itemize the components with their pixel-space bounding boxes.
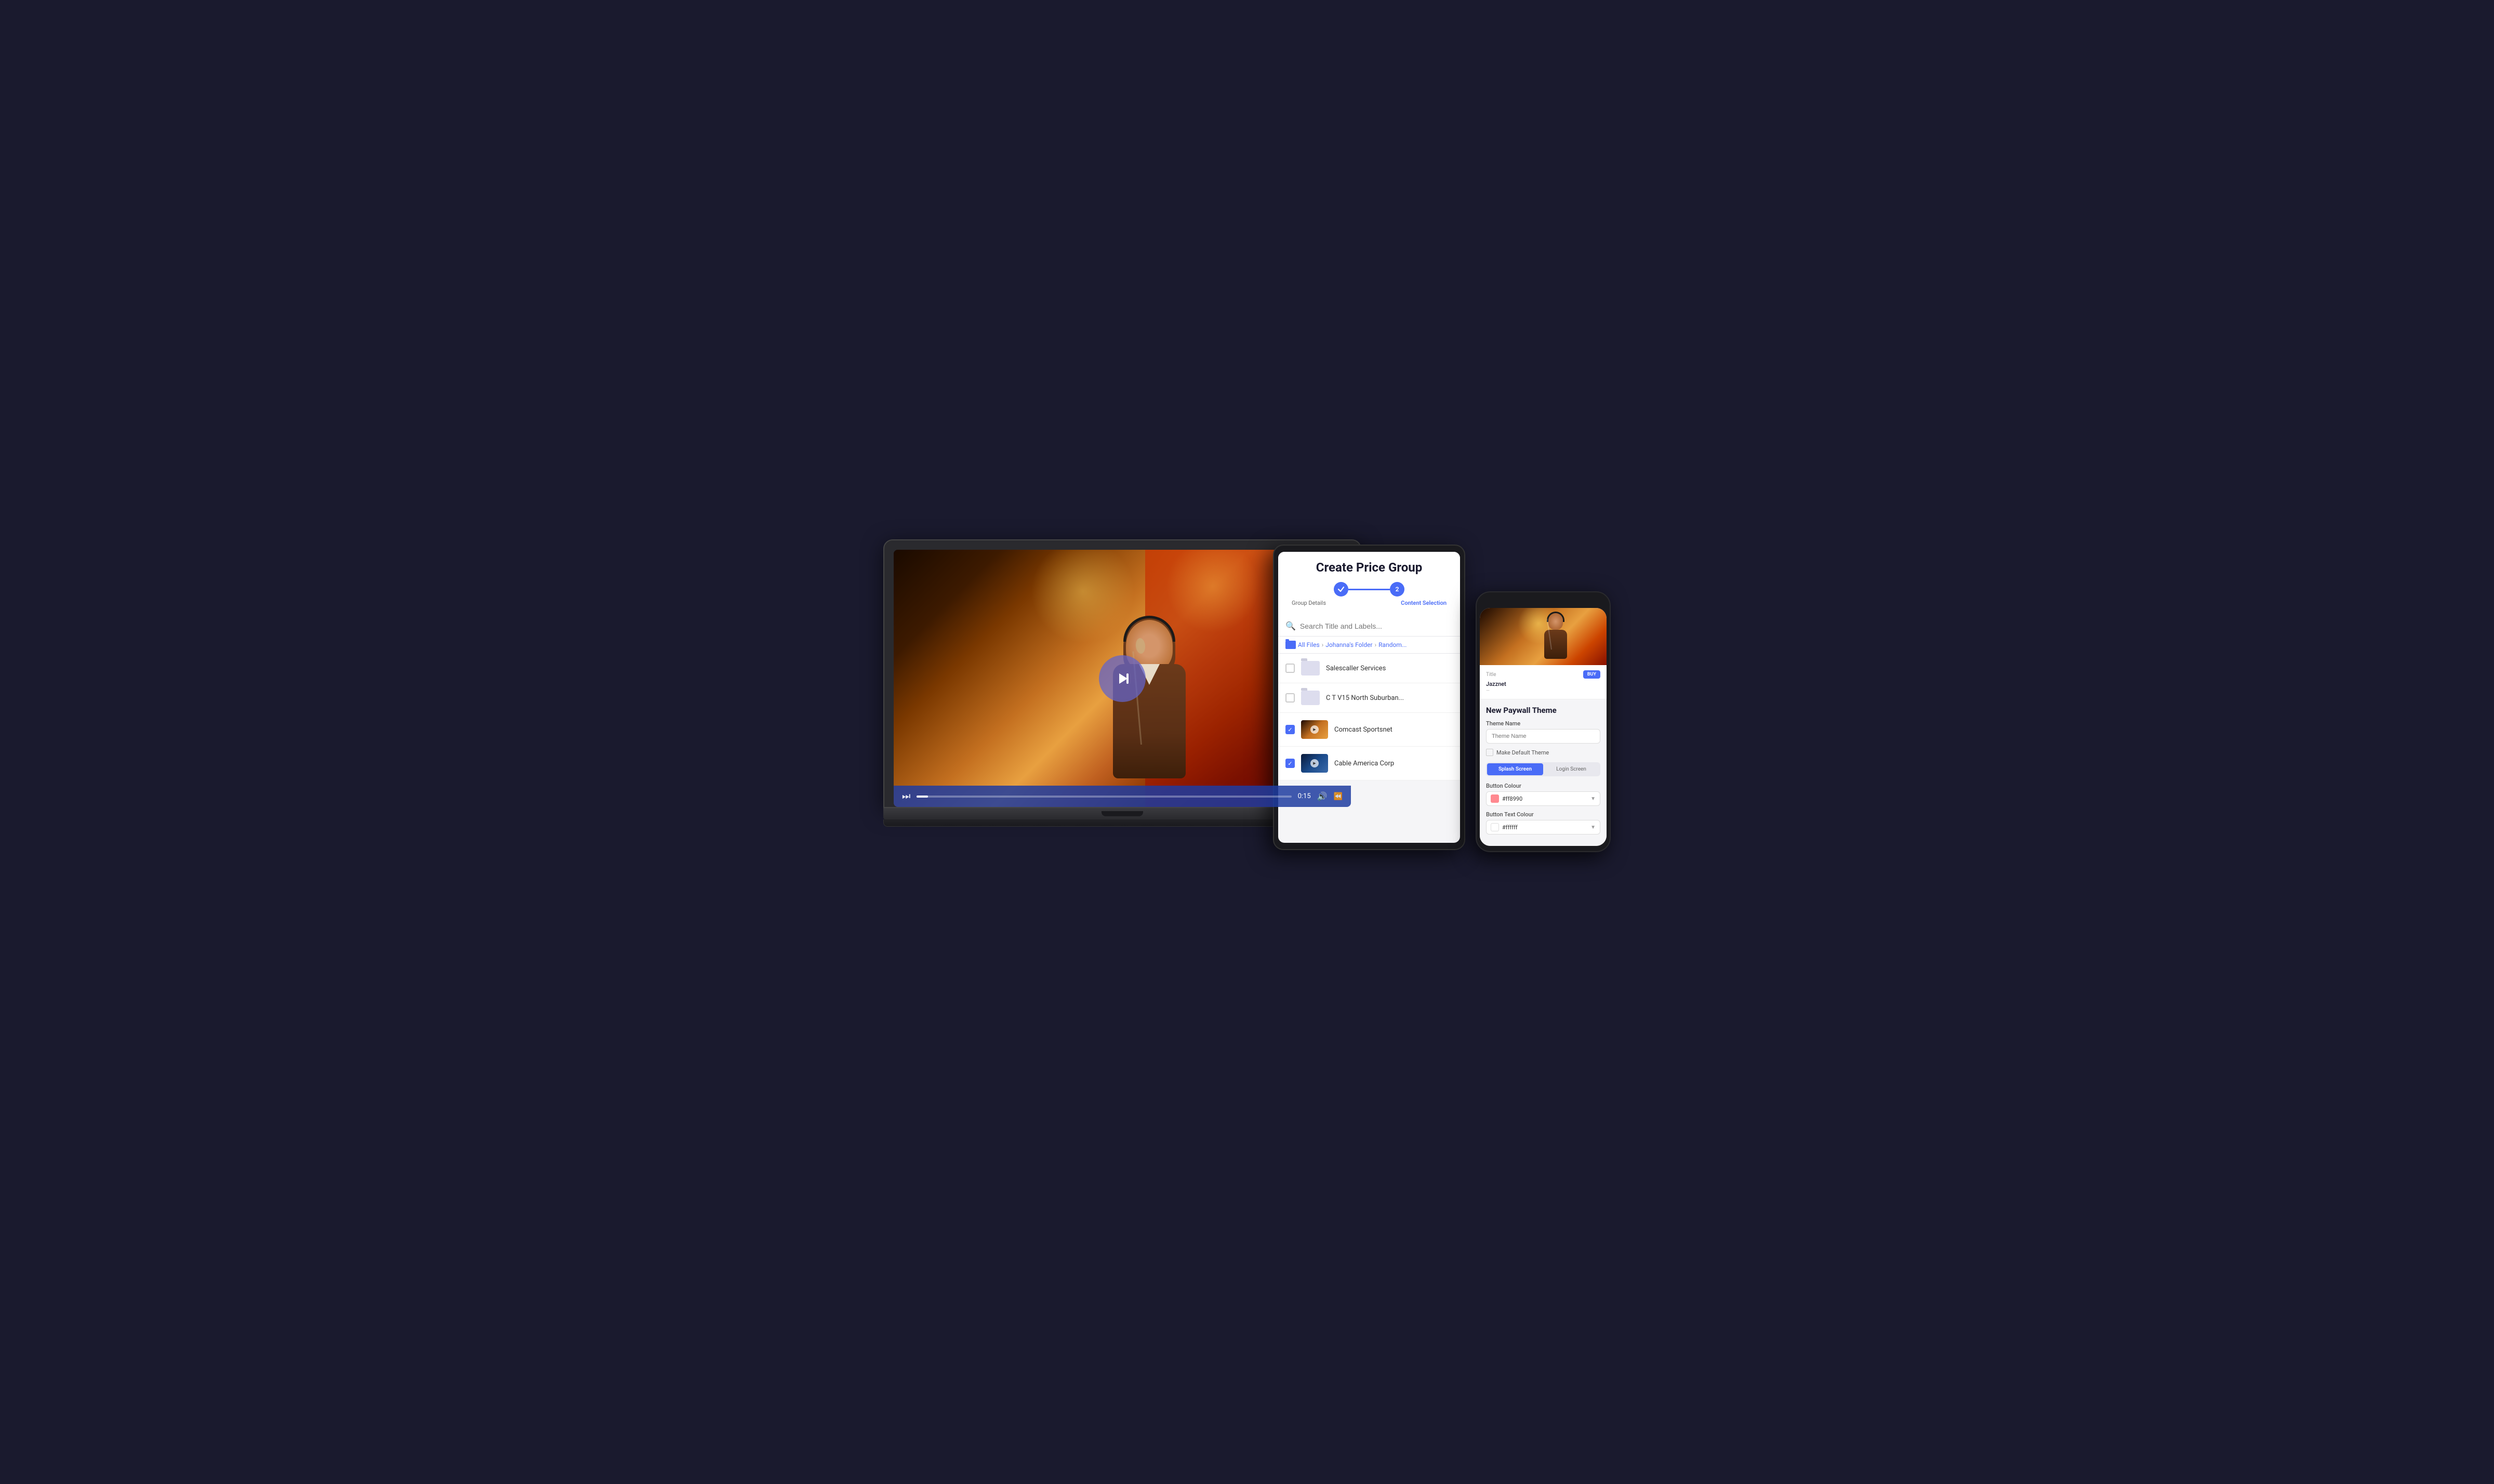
chevron-down-icon-2: ▼ [1590,825,1596,830]
search-icon: 🔍 [1285,621,1296,631]
step-1-circle [1334,582,1348,597]
file-name-4: Cable America Corp [1334,760,1453,767]
time-display: 0:15 [1298,792,1311,800]
login-screen-tab[interactable]: Login Screen [1543,763,1599,775]
file-checkbox-1[interactable] [1285,664,1295,673]
breadcrumb-subfolder[interactable]: Random... [1378,641,1407,648]
play-button[interactable] [1099,655,1146,702]
search-input[interactable] [1300,622,1453,630]
headphones [1123,616,1175,642]
volume-button[interactable]: 🔊 [1317,791,1328,801]
progress-bar[interactable] [917,796,1291,798]
phone-notch [1522,598,1564,605]
paywall-title-label: Title [1486,672,1496,678]
phone-screen: Title BUY Jazznet — New Paywall Theme Th… [1480,608,1607,846]
file-checkbox-3[interactable]: ✓ [1285,725,1295,734]
file-item: Salescaller Services [1278,654,1460,683]
tablet-header: Create Price Group 2 Group Details Conte… [1278,552,1460,616]
video-thumbnail-1: ▶ [1301,720,1328,739]
rewind-button[interactable]: ⏪ [1334,792,1343,801]
file-name-1: Salescaller Services [1326,665,1453,672]
button-text-colour-input[interactable]: #ffffff ▼ [1486,820,1600,834]
button-colour-input[interactable]: #ff8990 ▼ [1486,791,1600,806]
chevron-down-icon: ▼ [1590,796,1596,802]
video-controls-bar: ⏭ 0:15 🔊 ⏪ [894,786,1351,807]
theme-name-input[interactable] [1486,729,1600,744]
checkmark-icon [1337,586,1345,593]
video-thumbnail-2: ▶ [1301,754,1328,773]
step-1-label: Group Details [1292,600,1326,606]
breadcrumb-folder-icon [1285,641,1296,649]
wizard-stepper: 2 [1286,582,1452,597]
paywall-title-row: Title BUY [1486,670,1600,679]
button-colour-value: #ff8990 [1502,796,1590,802]
breadcrumb-all-files[interactable]: All Files [1298,641,1320,648]
paywall-subtitle: — [1486,688,1600,694]
button-text-colour-label: Button Text Colour [1486,811,1600,818]
folder-icon [1301,691,1320,705]
phone-artist-figure [1535,613,1576,660]
folder-icon [1301,661,1320,675]
breadcrumb-sep-2: › [1375,641,1377,648]
file-item: ✓ ▶ Comcast Sportsnet [1278,713,1460,747]
breadcrumb-folder[interactable]: Johanna's Folder [1325,641,1372,648]
file-name-2: C T V15 North Suburban... [1326,694,1453,702]
file-checkbox-4[interactable]: ✓ [1285,759,1295,768]
file-list: Salescaller Services C T V15 North Subur… [1278,654,1460,780]
step-labels: Group Details Content Selection [1286,600,1452,606]
step-connector [1348,589,1390,590]
paywall-theme-section: New Paywall Theme Theme Name Make Defaul… [1480,699,1607,846]
phone: Title BUY Jazznet — New Paywall Theme Th… [1476,591,1611,852]
step-2-label: Content Selection [1401,600,1447,606]
artist-figure [1082,620,1217,807]
thumbnail-play-icon-2: ▶ [1310,759,1319,767]
colour-swatch-row: #ff8990 [1491,794,1590,803]
buy-button[interactable]: BUY [1583,670,1600,679]
button-text-colour-swatch [1491,823,1499,831]
colour-swatch-row-2: #ffffff [1491,823,1590,831]
play-icon [1113,669,1132,688]
theme-name-label: Theme Name [1486,720,1600,727]
paywall-info: Title BUY Jazznet — [1480,665,1607,699]
screen-tab-row: Splash Screen Login Screen [1486,762,1600,776]
splash-screen-tab[interactable]: Splash Screen [1487,763,1543,775]
scene: ⏭ 0:15 🔊 ⏪ Create Price Group [883,529,1611,955]
file-item: ✓ ▶ Cable America Corp [1278,747,1460,780]
file-name-3: Comcast Sportsnet [1334,726,1453,734]
default-theme-checkbox[interactable] [1486,749,1493,756]
file-checkbox-2[interactable] [1285,693,1295,703]
create-price-group-title: Create Price Group [1286,560,1452,575]
default-theme-label: Make Default Theme [1496,749,1549,756]
breadcrumb: All Files › Johanna's Folder › Random... [1278,637,1460,654]
button-text-colour-value: #ffffff [1502,824,1590,831]
progress-fill [917,796,928,798]
file-item: C T V15 North Suburban... [1278,683,1460,713]
phone-notch-bar [1480,598,1607,605]
phone-hero-image [1480,608,1607,665]
thumbnail-play-icon: ▶ [1310,725,1319,734]
skip-forward-button[interactable]: ⏭ [902,791,910,802]
theme-section-title: New Paywall Theme [1486,706,1600,715]
default-theme-row: Make Default Theme [1486,749,1600,756]
search-bar: 🔍 [1278,616,1460,637]
button-colour-label: Button Colour [1486,783,1600,789]
laptop-notch [1102,811,1143,816]
paywall-title-value: Jazznet [1486,681,1600,687]
button-colour-swatch [1491,794,1499,803]
step-2-circle: 2 [1390,582,1404,597]
breadcrumb-sep-1: › [1322,641,1324,648]
